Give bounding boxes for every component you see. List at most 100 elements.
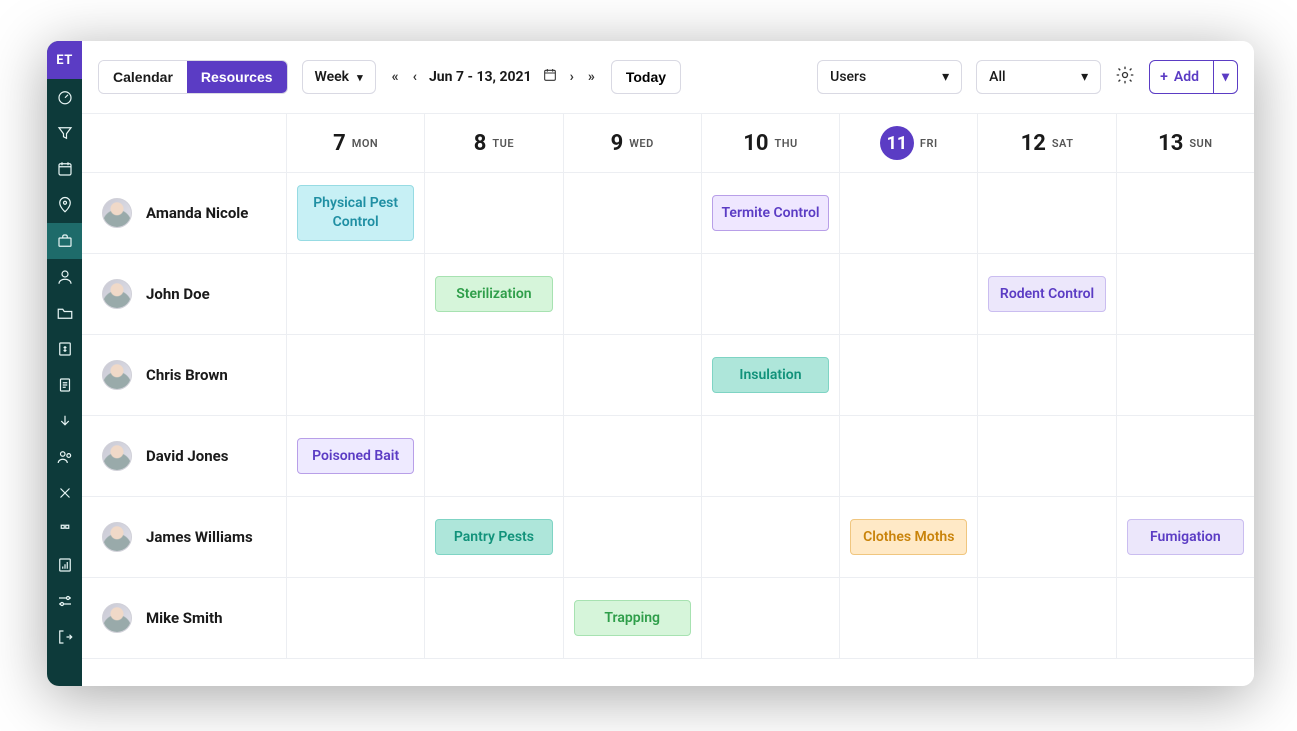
day-cell[interactable]: Termite Control [702,173,840,253]
day-cell[interactable] [702,578,840,658]
tab-calendar[interactable]: Calendar [99,61,187,93]
event[interactable]: Fumigation [1127,519,1244,556]
day-cell[interactable] [287,578,425,658]
nav-document[interactable] [47,367,82,403]
day-cell[interactable] [840,254,978,334]
briefcase-icon [56,232,74,250]
day-cell[interactable] [840,578,978,658]
event[interactable]: Pantry Pests [435,519,552,556]
day-cell[interactable]: Fumigation [1117,497,1254,577]
filter-select[interactable]: All ▾ [976,60,1101,94]
day-cell[interactable] [287,497,425,577]
event[interactable]: Poisoned Bait [297,438,414,475]
nav-dashboard[interactable] [47,79,82,115]
folder-icon [56,304,74,322]
day-cell[interactable] [564,416,702,496]
day-cell[interactable] [840,416,978,496]
prev-button[interactable]: ‹ [411,67,419,87]
day-cell[interactable] [287,254,425,334]
day-cell[interactable] [978,173,1116,253]
day-cell[interactable] [978,578,1116,658]
prev-range-button[interactable]: « [390,67,401,87]
report-icon [56,556,74,574]
day-cell[interactable] [564,335,702,415]
range-select[interactable]: Week ▾ [302,60,376,94]
add-button-main[interactable]: + Add [1150,61,1214,93]
event[interactable]: Clothes Moths [850,519,967,556]
avatar [102,603,132,633]
day-header-thu: 10THU [702,114,840,172]
day-cell[interactable]: Insulation [702,335,840,415]
range-select-label: Week [315,69,350,85]
nav-calendar[interactable] [47,151,82,187]
day-cell[interactable] [702,254,840,334]
nav-user[interactable] [47,259,82,295]
tab-resources[interactable]: Resources [187,61,287,93]
nav-team[interactable] [47,439,82,475]
day-cell[interactable] [425,416,563,496]
day-cell[interactable] [425,335,563,415]
day-cell[interactable] [564,173,702,253]
day-cell[interactable]: Trapping [564,578,702,658]
day-cell[interactable]: Poisoned Bait [287,416,425,496]
day-cell[interactable] [978,416,1116,496]
day-cell[interactable] [564,497,702,577]
event[interactable]: Termite Control [712,195,829,232]
main: Calendar Resources Week ▾ « ‹ Jun 7 - 13… [82,41,1254,686]
day-cell[interactable]: Pantry Pests [425,497,563,577]
event[interactable]: Rodent Control [988,276,1105,313]
datepicker-button[interactable] [542,67,558,87]
plus-icon: + [1160,69,1168,85]
day-cell[interactable] [1117,254,1254,334]
day-cell[interactable] [1117,578,1254,658]
day-cell[interactable] [1117,173,1254,253]
next-button[interactable]: › [568,67,576,87]
day-cell[interactable] [1117,335,1254,415]
sidebar-nav [47,79,82,655]
nav-funnel[interactable] [47,115,82,151]
day-cell[interactable] [564,254,702,334]
nav-invoice[interactable] [47,331,82,367]
nav-report[interactable] [47,547,82,583]
event[interactable]: Trapping [574,600,691,637]
day-cell[interactable] [1117,416,1254,496]
next-range-button[interactable]: » [586,67,597,87]
day-cell[interactable] [840,335,978,415]
settings-icon [56,592,74,610]
nav-quote[interactable] [47,511,82,547]
nav-tools[interactable] [47,475,82,511]
day-cell[interactable]: Physical Pest Control [287,173,425,253]
nav-map[interactable] [47,187,82,223]
day-cell[interactable] [702,416,840,496]
nav-jobs[interactable] [47,223,82,259]
avatar [102,441,132,471]
day-cell[interactable] [840,173,978,253]
event[interactable]: Physical Pest Control [297,185,414,241]
day-cell[interactable]: Rodent Control [978,254,1116,334]
resource-row: John DoeSterilizationRodent Control [82,254,1254,335]
resource-row: Amanda NicolePhysical Pest ControlTermit… [82,173,1254,254]
day-cell[interactable] [287,335,425,415]
day-cell[interactable] [978,335,1116,415]
group-by-select[interactable]: Users ▾ [817,60,962,94]
logo: ET [47,41,82,79]
day-header-mon: 7MON [287,114,425,172]
event[interactable]: Insulation [712,357,829,394]
day-cell[interactable] [702,497,840,577]
add-button-split[interactable]: ▾ [1214,61,1237,93]
event[interactable]: Sterilization [435,276,552,313]
day-cell[interactable]: Sterilization [425,254,563,334]
day-cell[interactable] [425,173,563,253]
nav-settings[interactable] [47,583,82,619]
nav-logout[interactable] [47,619,82,655]
day-cell[interactable] [425,578,563,658]
nav-folder[interactable] [47,295,82,331]
chevron-down-icon: ▾ [1081,69,1088,85]
nav-deals[interactable] [47,403,82,439]
avatar [102,279,132,309]
day-cell[interactable] [978,497,1116,577]
team-icon [56,448,74,466]
today-button[interactable]: Today [611,60,681,94]
settings-button[interactable] [1115,65,1135,89]
day-cell[interactable]: Clothes Moths [840,497,978,577]
